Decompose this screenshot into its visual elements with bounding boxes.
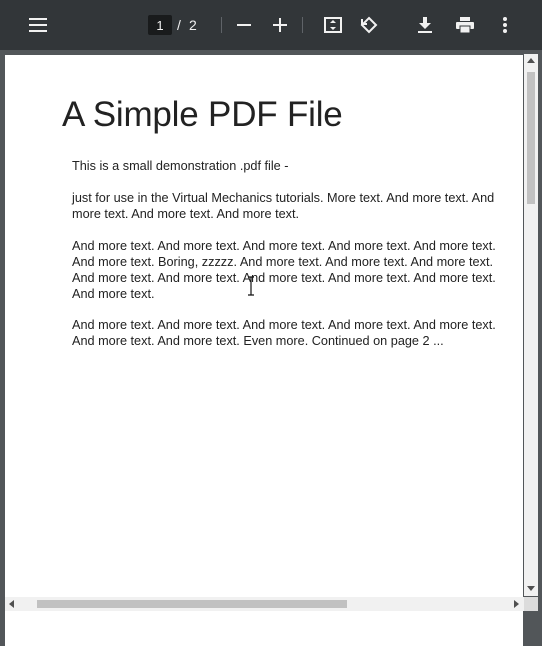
vertical-scrollbar[interactable] — [524, 54, 538, 596]
text-cursor-icon — [248, 276, 254, 296]
scroll-left-arrow-icon[interactable] — [9, 600, 14, 608]
scrollbar-corner — [524, 597, 538, 611]
scroll-up-arrow-icon[interactable] — [527, 58, 535, 63]
fit-to-page-button[interactable] — [318, 10, 348, 40]
paragraph: And more text. And more text. And more t… — [72, 239, 496, 301]
pdf-page: A Simple PDF File This is a small demons… — [5, 55, 523, 646]
pdf-viewer[interactable]: A Simple PDF File This is a small demons… — [0, 50, 542, 646]
zoom-in-button[interactable] — [265, 10, 295, 40]
rotate-button[interactable] — [354, 10, 384, 40]
download-icon — [418, 17, 432, 33]
print-button[interactable] — [450, 10, 480, 40]
paragraph: This is a small demonstration .pdf file … — [72, 159, 289, 173]
zoom-out-button[interactable] — [229, 10, 259, 40]
page-separator: / — [177, 17, 181, 33]
plus-icon — [273, 18, 287, 32]
print-icon — [456, 17, 474, 33]
toolbar-divider — [302, 17, 303, 33]
fit-to-page-icon — [324, 17, 342, 33]
pdf-toolbar: / 2 — [0, 0, 542, 50]
document-title: A Simple PDF File — [62, 95, 343, 134]
rotate-counterclockwise-icon — [360, 16, 378, 34]
page-number-input[interactable] — [148, 15, 172, 35]
total-pages: 2 — [189, 17, 197, 33]
toolbar-divider — [221, 17, 222, 33]
horizontal-scrollbar[interactable] — [5, 597, 524, 611]
paragraph: just for use in the Virtual Mechanics tu… — [72, 191, 495, 221]
download-button[interactable] — [410, 10, 440, 40]
scroll-down-arrow-icon[interactable] — [527, 586, 535, 591]
minus-icon — [237, 24, 251, 26]
paragraph: And more text. And more text. And more t… — [72, 318, 496, 348]
horizontal-scroll-thumb[interactable] — [37, 600, 347, 608]
more-vertical-icon — [503, 17, 507, 33]
hamburger-menu-icon[interactable] — [23, 10, 53, 40]
more-options-button[interactable] — [490, 10, 520, 40]
scroll-right-arrow-icon[interactable] — [514, 600, 519, 608]
vertical-scroll-thumb[interactable] — [527, 72, 535, 204]
